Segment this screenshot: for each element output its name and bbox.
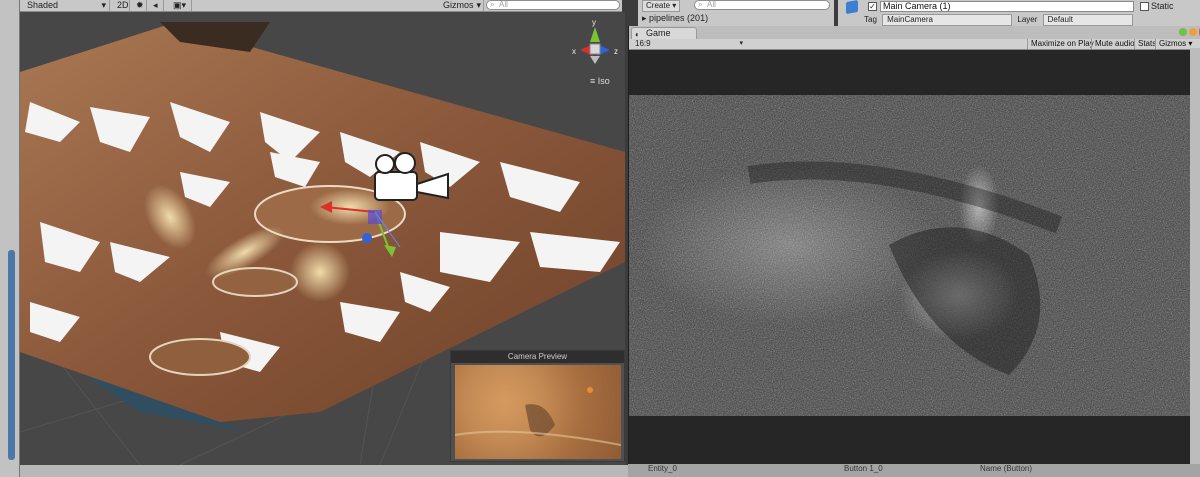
scene-search-input[interactable]: ⌕ All [486,0,620,10]
search-icon: ⌕ [698,0,703,9]
search-icon: ⌕ [490,0,495,9]
tag-layer-row: Tag MainCamera Layer Default [864,14,1136,26]
audio-toggle[interactable]: ◂ [150,0,164,11]
aspect-ratio-dropdown[interactable]: 16:9 ▾ [635,39,745,49]
inspector-panel: ✓ Main Camera (1) Static Tag MainCamera … [838,0,1200,26]
speaker-icon: ◂ [153,0,158,10]
aspect-ratio-value: 16:9 [635,39,651,48]
chevron-down-icon: ▾ [476,0,481,10]
active-checkbox[interactable]: ✓ [868,2,877,11]
scene-bottom-bar [20,465,628,477]
svg-text:y: y [592,18,596,27]
left-panel-edge [0,0,20,477]
bottom-button-label: Button 1_0 [844,464,883,473]
create-label: Create [646,1,671,10]
game-viewport[interactable] [629,95,1200,416]
camera-preview: Camera Preview [450,350,625,462]
tab-game[interactable]: ◐ Game [631,27,697,39]
chevron-down-icon: ▾ [739,40,743,47]
game-tab-label: Game [646,28,671,38]
right-scrollbar[interactable] [1190,48,1200,464]
shading-mode-label: Shaded [27,0,59,10]
layer-dropdown[interactable]: Default [1042,14,1133,26]
gizmos-dropdown[interactable]: Gizmos ▾ [440,0,484,11]
hierarchy-search-input[interactable]: ⌕ All [694,0,830,10]
chevron-down-icon: ▾ [101,0,106,10]
game-render [629,95,1200,416]
layer-label: Layer [1017,15,1038,24]
game-gizmos-label: Gizmos [1159,39,1187,48]
minimize-window-button[interactable] [1189,28,1197,36]
left-scrollbar[interactable] [8,250,15,460]
preview-terrain [455,387,621,446]
scene-search-placeholder: All [499,0,508,9]
expand-arrow-icon: ▸ [642,13,650,23]
hierarchy-item[interactable]: ▸ pipelines (201) [642,12,708,24]
tag-dropdown[interactable]: MainCamera [882,14,1013,26]
maximize-on-play-label: Maximize on Play [1031,39,1094,48]
sun-icon: ✹ [136,0,144,10]
tag-value: MainCamera [887,15,933,24]
bottom-name-label: Name (Button) [980,464,1033,473]
mute-audio-label: Mute audio [1095,39,1135,48]
orientation-gizmo[interactable]: y x z [572,18,618,64]
image-icon: ▣▾ [173,0,187,10]
svg-text:x: x [572,47,576,56]
hierarchy-item-label: pipelines (201) [649,13,709,23]
bottom-entity-label: Entity_0 [648,464,677,473]
create-dropdown[interactable]: Create ▾ [642,0,681,12]
toggle-2d-button[interactable]: 2D [114,0,130,11]
static-label: Static [1151,1,1174,11]
hierarchy-panel: Create ▾ ⌕ All ▸ pipelines (201) [638,0,834,26]
svg-text:z: z [614,47,618,56]
effects-dropdown[interactable]: ▣▾ [170,0,192,11]
shading-mode-dropdown[interactable]: Shaded ▾ [24,0,110,11]
camera-preview-image [455,365,621,459]
lighting-toggle[interactable]: ✹ [133,0,147,11]
maximize-window-button[interactable] [1179,28,1187,36]
object-name-field[interactable]: Main Camera (1) [880,1,1134,12]
toggle-2d-label: 2D [117,0,129,10]
projection-text: Iso [597,76,610,86]
static-checkbox[interactable] [1140,2,1149,11]
menu-icon: ≡ [590,76,598,86]
maximize-on-play-toggle[interactable]: Maximize on Play [1027,39,1097,49]
game-tabbar: ◐ Game [629,26,1200,39]
layer-value: Default [1047,15,1073,24]
gameobject-cube-icon [846,0,858,15]
game-window: ◐ Game 16:9 ▾ Maximize on Play Mute audi… [628,26,1200,464]
stats-label: Stats [1138,39,1157,48]
camera-preview-title: Camera Preview [451,351,624,363]
projection-label[interactable]: ≡ Iso [590,76,610,86]
hierarchy-search-placeholder: All [707,0,716,9]
scene-view[interactable]: y x z ≡ Iso Camera Preview [20,12,625,465]
scene-toolbar: Shaded ▾ 2D ✹ ◂ ▣▾ Gizmos ▾ ⌕ All [20,0,622,12]
gizmos-label: Gizmos [443,0,474,10]
bottom-bar: Entity_0 Button 1_0 Name (Button) [628,464,1200,477]
tag-label: Tag [864,15,877,24]
game-toolbar: 16:9 ▾ Maximize on Play Mute audio Stats… [629,39,1200,50]
mute-audio-toggle[interactable]: Mute audio [1091,39,1138,49]
